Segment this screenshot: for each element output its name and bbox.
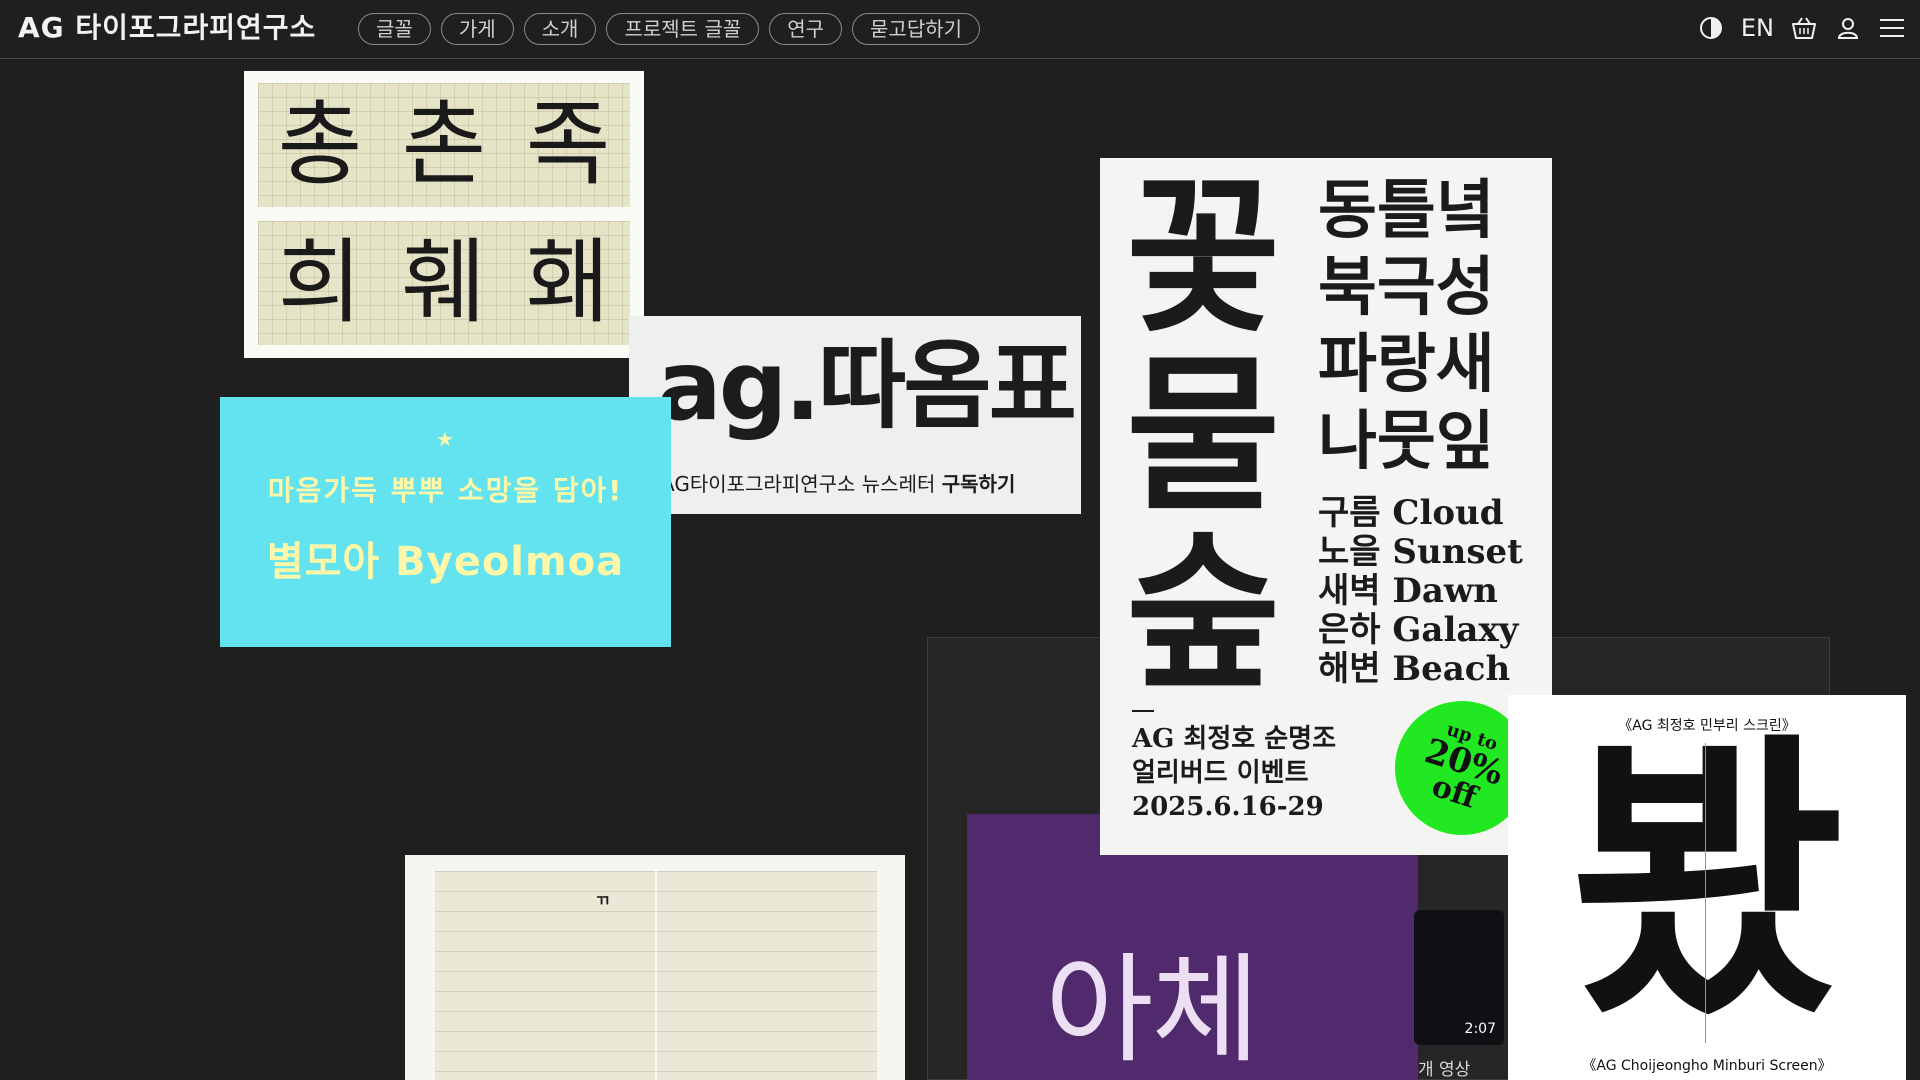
poster-event: AG 최정호 순명조 얼리버드 이벤트 2025.6.16-29 [1132,722,1336,824]
subscribe-link[interactable]: 구독하기 [942,472,1016,496]
video-thumbnail[interactable]: 2:07 [1414,910,1504,1045]
nav-about[interactable]: 소개 [523,13,597,45]
byeolmoa-title: 별모아 Byeolmoa [266,539,625,585]
video-caption: 개 영상 [1418,1060,1471,1080]
grid-sheet-card[interactable]: 총 촌 족 희 훼 홰 [244,71,644,358]
big-glyph: 숲 [1126,514,1281,712]
nav-store[interactable]: 가게 [440,13,514,45]
main-nav: 글꼴 가게 소개 프로젝트 글꼴 연구 묻고답하기 [358,13,981,45]
site-logo[interactable]: AG 타이포그라피연구소 [18,6,316,50]
glyph: 총 [277,91,363,198]
event-line: 2025.6.16-29 [1132,792,1324,822]
poster-pair: 은하 Galaxy [1318,610,1519,650]
glyph: 홰 [525,229,611,336]
ache-specimen: 아체 [1045,941,1260,1079]
event-line: 얼리버드 이벤트 [1132,758,1309,788]
nav-fonts[interactable]: 글꼴 [358,13,431,45]
guide-line [1705,743,1706,1043]
poster-pairs: 구름 Cloud 노을 Sunset 새벽 Dawn 은하 Galaxy 해변 … [1318,494,1523,689]
glyph: 희 [277,229,363,336]
poster-pair: 노을 Sunset [1318,532,1523,572]
user-icon[interactable] [1834,14,1862,42]
notebook-card[interactable]: ㄲ [405,855,905,1080]
grid-row-bottom: 희 훼 홰 [258,221,630,345]
nav-research[interactable]: 연구 [769,13,843,45]
minburi-subtitle: 《AG Choijeongho Minburi Screen》 [1582,1058,1832,1074]
poster-word: 나뭇잎 [1318,404,1495,479]
language-toggle[interactable]: EN [1741,14,1774,42]
poster-pair: 해변 Beach [1318,649,1511,689]
notebook-page-right [657,871,877,1080]
basket-icon[interactable] [1790,14,1818,42]
poster-pair: 구름 Cloud [1318,493,1504,533]
poster-word: 북극성 [1318,250,1495,325]
header-tools: EN [1697,14,1906,42]
glyph: 촌 [401,91,487,198]
menu-icon[interactable] [1878,14,1906,42]
poster-big-glyphs: 꽃 물 숲 [1126,168,1281,702]
byeolmoa-card[interactable]: ★ 마음가득 뿌뿌 소망을 담아! 별모아 Byeolmoa [220,397,671,647]
newsletter-text: AG타이포그라피연구소 뉴스레터 구독하기 [661,468,1015,497]
byeolmoa-tagline: 마음가득 뿌뿌 소망을 담아! [267,474,624,507]
poster-word: 동틀녘 [1318,173,1495,248]
minburi-glyph: 봤 [1569,709,1845,1058]
poster-words: 동틀녘 북극성 파랑새 나뭇잎 [1318,172,1495,480]
minburi-card[interactable]: 《AG 최정호 민부리 스크린》 봤 《AG Choijeongho Minbu… [1508,695,1906,1080]
notebook-page-left [435,871,655,1080]
nav-qna[interactable]: 묻고답하기 [852,13,981,45]
event-line: AG 최정호 순명조 [1132,724,1337,754]
video-duration: 2:07 [1464,1021,1496,1037]
star-icon: ★ [436,427,454,451]
poster-word: 파랑새 [1318,327,1495,402]
newsletter-logo: ag.따옴표 [657,330,1077,442]
big-glyph: 꽃 [1126,158,1281,356]
poster-pair: 새벽 Dawn [1318,571,1498,611]
top-navigation-bar: AG 타이포그라피연구소 글꼴 가게 소개 프로젝트 글꼴 연구 묻고답하기 E… [0,0,1920,59]
glyph: 훼 [401,229,487,336]
newsletter-card[interactable]: ag.따옴표 AG타이포그라피연구소 뉴스레터 구독하기 [629,316,1081,514]
glyph: 족 [525,91,611,198]
nav-project-fonts[interactable]: 프로젝트 글꼴 [606,13,760,45]
grid-row-top: 총 촌 족 [258,83,630,207]
contrast-icon[interactable] [1697,14,1725,42]
poster-dash [1132,710,1154,712]
big-glyph: 물 [1126,336,1281,534]
poster-card[interactable]: 꽃 물 숲 동틀녘 북극성 파랑새 나뭇잎 구름 Cloud 노을 Sunset… [1100,158,1552,855]
newsletter-description: AG타이포그라피연구소 뉴스레터 [661,472,936,496]
notebook-mark: ㄲ [595,891,610,910]
